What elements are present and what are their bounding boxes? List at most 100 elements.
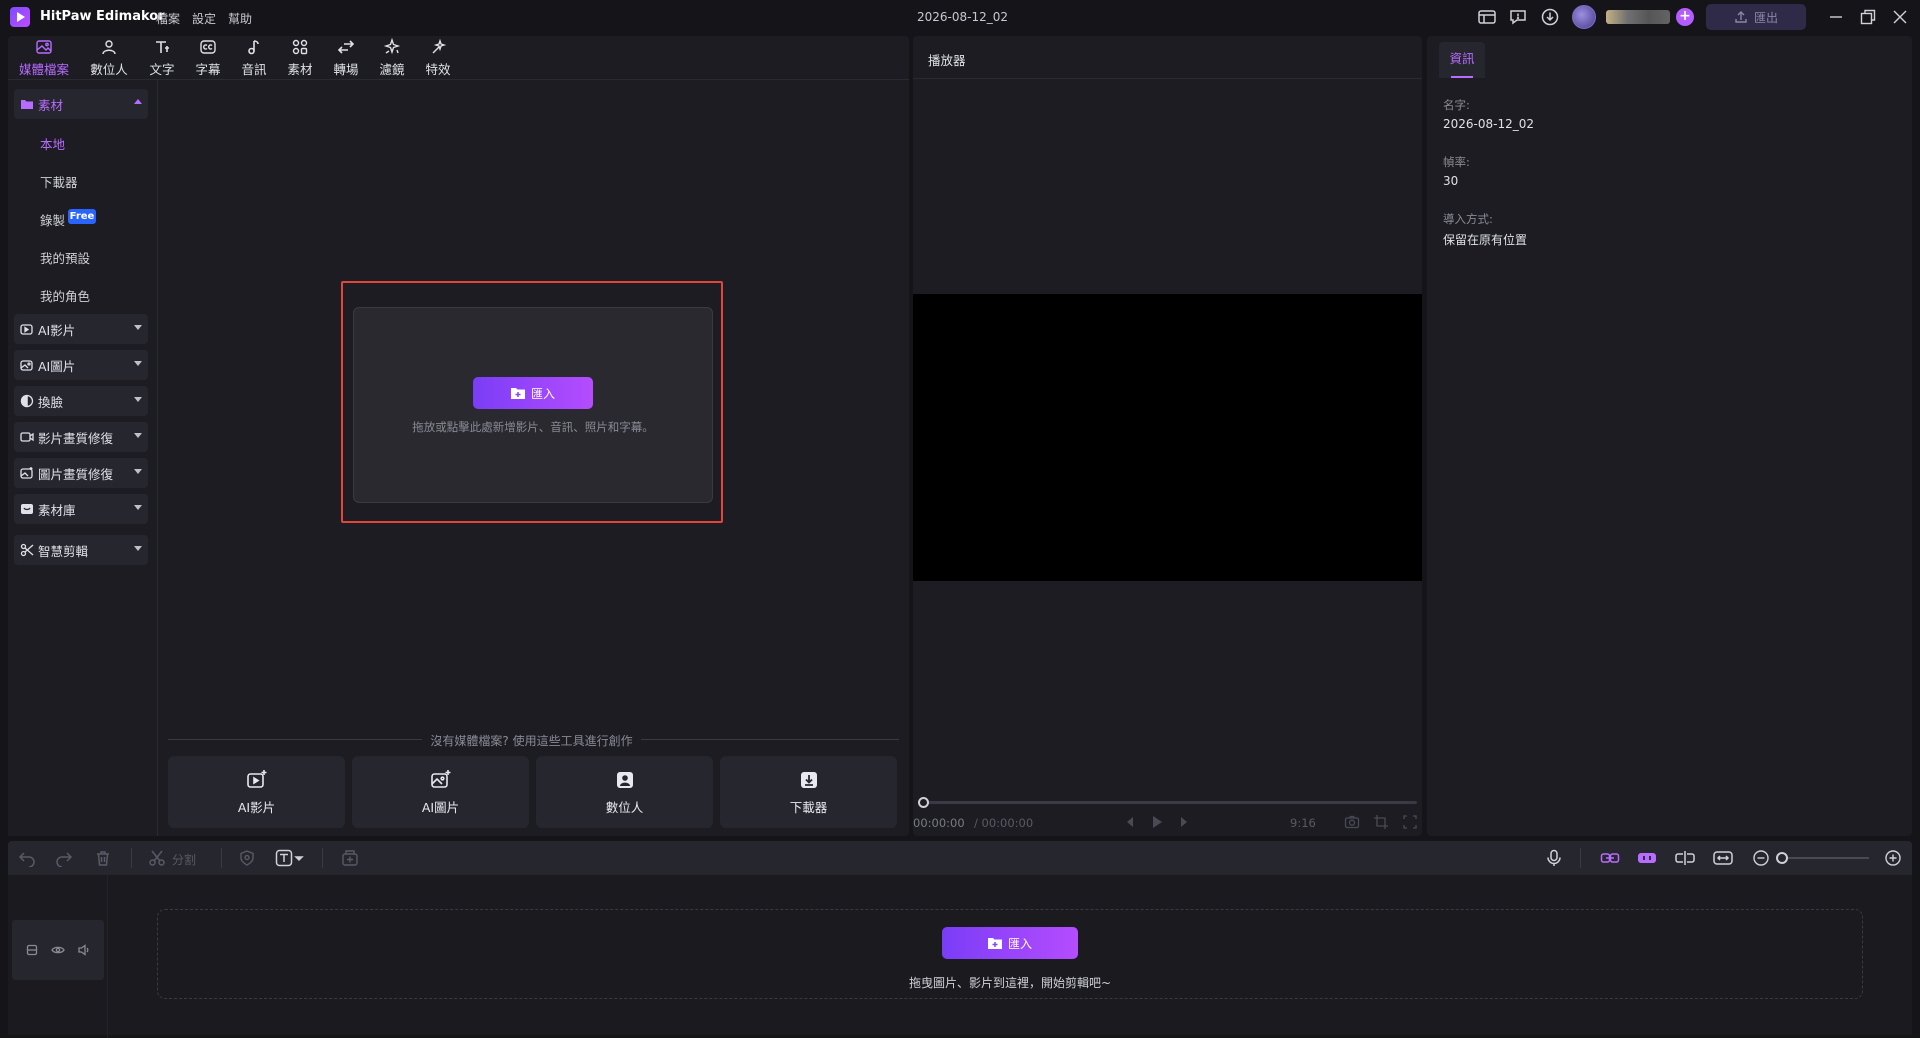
scrubber-handle[interactable] bbox=[918, 797, 929, 808]
minimize-icon[interactable] bbox=[1826, 7, 1846, 27]
audio-icon bbox=[248, 40, 259, 55]
sidebar-item-my-characters[interactable]: 我的角色 bbox=[40, 286, 90, 305]
volume-icon[interactable] bbox=[77, 943, 91, 957]
sidebar-section-label: 素材 bbox=[38, 97, 64, 113]
digital-human-icon bbox=[616, 771, 633, 788]
tool-digital-human[interactable]: 數位人 bbox=[536, 756, 713, 828]
tab-effects[interactable]: 特效 bbox=[415, 38, 461, 78]
info-value-import-mode: 保留在原有位置 bbox=[1443, 233, 1528, 247]
sidebar-item-my-presets[interactable]: 我的預設 bbox=[40, 248, 90, 267]
sidebar-section-video-enhance[interactable]: 影片畫質修復 bbox=[14, 422, 148, 452]
close-icon[interactable] bbox=[1890, 7, 1910, 27]
magnet-snap-icon[interactable] bbox=[1637, 849, 1657, 867]
info-label-name: 名字: bbox=[1443, 98, 1470, 112]
next-frame-icon[interactable] bbox=[1176, 814, 1192, 830]
effects-icon bbox=[432, 38, 447, 54]
tab-assets[interactable]: 素材 bbox=[277, 38, 323, 78]
group-icon[interactable] bbox=[341, 849, 359, 867]
mask-icon[interactable] bbox=[238, 849, 256, 867]
zoom-slider-handle[interactable] bbox=[1776, 852, 1788, 864]
zoom-out-icon[interactable] bbox=[1752, 849, 1770, 867]
scissors-icon[interactable] bbox=[148, 849, 166, 867]
sidebar-section-library[interactable]: 素材庫 bbox=[14, 494, 148, 524]
face-swap-icon bbox=[20, 394, 34, 408]
sidebar-section-smart-cut[interactable]: 智慧剪輯 bbox=[14, 535, 148, 565]
chevron-down-icon bbox=[134, 361, 142, 366]
microphone-icon[interactable] bbox=[1545, 849, 1563, 867]
tab-filter[interactable]: 濾鏡 bbox=[369, 38, 415, 78]
sidebar-section-face-swap[interactable]: 換臉 bbox=[14, 386, 148, 416]
menu-settings[interactable]: 設定 bbox=[192, 10, 216, 27]
sidebar-section-ai-video[interactable]: AI影片 bbox=[14, 314, 148, 344]
feedback-icon[interactable] bbox=[1508, 7, 1528, 27]
sidebar-item-record[interactable]: 錄製 bbox=[40, 210, 65, 229]
track-lock-icon[interactable] bbox=[25, 943, 39, 957]
sidebar-section-ai-image[interactable]: AI圖片 bbox=[14, 350, 148, 380]
sidebar-section-label: AI圖片 bbox=[38, 358, 76, 374]
playback-scrubber[interactable] bbox=[922, 801, 1417, 804]
tab-subtitle[interactable]: 字幕 bbox=[185, 38, 231, 78]
crop-icon[interactable] bbox=[1373, 814, 1389, 830]
split-track-icon[interactable] bbox=[1675, 849, 1695, 867]
redo-icon[interactable] bbox=[55, 849, 73, 867]
filter-icon bbox=[383, 38, 401, 55]
ai-video-icon bbox=[20, 324, 33, 335]
tab-digital-human[interactable]: 數位人 bbox=[86, 38, 132, 78]
sidebar-section-label: 影片畫質修復 bbox=[38, 430, 114, 446]
undo-icon[interactable] bbox=[18, 849, 36, 867]
chevron-down-icon bbox=[134, 397, 142, 402]
tab-audio[interactable]: 音訊 bbox=[231, 38, 277, 78]
tab-label: 媒體檔案 bbox=[18, 62, 69, 77]
sidebar-section-image-enhance[interactable]: 圖片畫質修復 bbox=[14, 458, 148, 488]
transition-icon bbox=[337, 40, 355, 54]
fullscreen-icon[interactable] bbox=[1402, 814, 1418, 830]
drop-zone-hint: 拖放或點擊此處新增影片、音訊、照片和字幕。 bbox=[412, 420, 654, 434]
menu-help[interactable]: 幫助 bbox=[228, 10, 252, 27]
timeline-hint: 拖曳圖片、影片到這裡，開始剪輯吧~ bbox=[908, 976, 1112, 990]
snapshot-icon[interactable] bbox=[1344, 814, 1360, 830]
eye-icon[interactable] bbox=[51, 943, 65, 957]
tab-media[interactable]: 媒體檔案 bbox=[18, 38, 70, 78]
toolbar-separator bbox=[1580, 848, 1581, 868]
menu-file[interactable]: 檔案 bbox=[156, 10, 180, 27]
assets-icon bbox=[292, 39, 308, 55]
play-icon[interactable] bbox=[1149, 814, 1165, 830]
zoom-in-icon[interactable] bbox=[1884, 849, 1902, 867]
restore-icon[interactable] bbox=[1858, 7, 1878, 27]
export-button[interactable]: 匯出 bbox=[1706, 4, 1806, 30]
download-icon[interactable] bbox=[1540, 7, 1560, 27]
player-title: 播放器 bbox=[928, 53, 966, 68]
sidebar-item-local[interactable]: 本地 bbox=[40, 134, 65, 153]
timeline-import-button[interactable]: 匯入 bbox=[942, 927, 1078, 959]
tab-label: 音訊 bbox=[241, 62, 267, 77]
split-label[interactable]: 分割 bbox=[172, 851, 196, 868]
video-preview[interactable] bbox=[913, 294, 1422, 581]
link-icon[interactable] bbox=[1600, 849, 1620, 867]
sidebar-section-assets[interactable]: 素材 bbox=[14, 89, 148, 119]
chevron-down-icon bbox=[134, 325, 142, 330]
sidebar-item-downloader[interactable]: 下載器 bbox=[40, 172, 78, 191]
tool-label: AI圖片 bbox=[421, 799, 460, 815]
sidebar-section-label: AI影片 bbox=[38, 322, 76, 338]
tool-ai-image[interactable]: AI圖片 bbox=[352, 756, 529, 828]
delete-icon[interactable] bbox=[94, 849, 112, 867]
user-avatar[interactable] bbox=[1572, 5, 1596, 29]
user-name-redacted bbox=[1606, 10, 1670, 24]
layout-icon[interactable] bbox=[1477, 7, 1497, 27]
tab-text[interactable]: 文字 bbox=[139, 38, 185, 78]
text-template-dropdown-icon[interactable] bbox=[275, 849, 305, 867]
app-logo-icon bbox=[10, 7, 30, 27]
media-icon bbox=[36, 40, 52, 54]
import-button[interactable]: 匯入 bbox=[473, 377, 593, 409]
fit-timeline-icon[interactable] bbox=[1713, 849, 1733, 867]
tool-ai-video[interactable]: AI影片 bbox=[168, 756, 345, 828]
upgrade-plus-icon[interactable]: + bbox=[1676, 8, 1694, 26]
folder-plus-icon bbox=[510, 388, 525, 399]
tab-info[interactable]: 資訊 bbox=[1439, 42, 1485, 78]
tab-transition[interactable]: 轉場 bbox=[323, 38, 369, 78]
previous-frame-icon[interactable] bbox=[1122, 814, 1138, 830]
aspect-ratio-select[interactable]: 9:16 bbox=[1290, 816, 1316, 830]
chevron-down-icon bbox=[134, 505, 142, 510]
zoom-slider[interactable] bbox=[1783, 857, 1869, 859]
tool-downloader[interactable]: 下載器 bbox=[720, 756, 897, 828]
